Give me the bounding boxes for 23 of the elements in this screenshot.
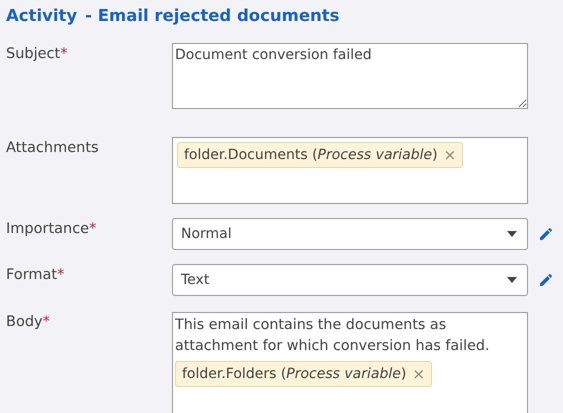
- body-field[interactable]: This email contains the documents as attachment for which conversion has failed. folder.Folders (Process variable) ×: [172, 312, 528, 413]
- field-label: Body: [6, 314, 43, 330]
- required-mark: *: [42, 314, 50, 330]
- dropdown[interactable]: Text: [172, 264, 528, 296]
- subject-field[interactable]: Document conversion failed: [172, 43, 528, 109]
- activity-title: Activity: [6, 6, 78, 25]
- caret-icon: [507, 231, 517, 237]
- variable-tag: folder.Folders (Process variable) ×: [175, 361, 432, 387]
- body-text: This email contains the documents as attachment for which conversion has failed.: [175, 316, 491, 356]
- field-label: Attachments: [6, 140, 99, 156]
- edit-icon[interactable]: [538, 226, 554, 242]
- activity-name: - Email rejected documents: [85, 6, 340, 25]
- field-label: Format: [6, 267, 58, 283]
- required-mark: *: [60, 46, 68, 62]
- required-mark: *: [89, 221, 96, 237]
- field-label: Importance: [6, 221, 90, 237]
- attachments-field[interactable]: folder.Documents (Process variable) ×: [172, 137, 528, 204]
- edit-icon[interactable]: [538, 272, 554, 288]
- required-mark: *: [57, 267, 64, 283]
- field-label: Subject: [6, 46, 60, 62]
- caret-icon: [507, 277, 517, 283]
- dropdown[interactable]: Normal: [172, 218, 528, 250]
- variable-tag: folder.Documents (Process variable) ×: [177, 142, 464, 168]
